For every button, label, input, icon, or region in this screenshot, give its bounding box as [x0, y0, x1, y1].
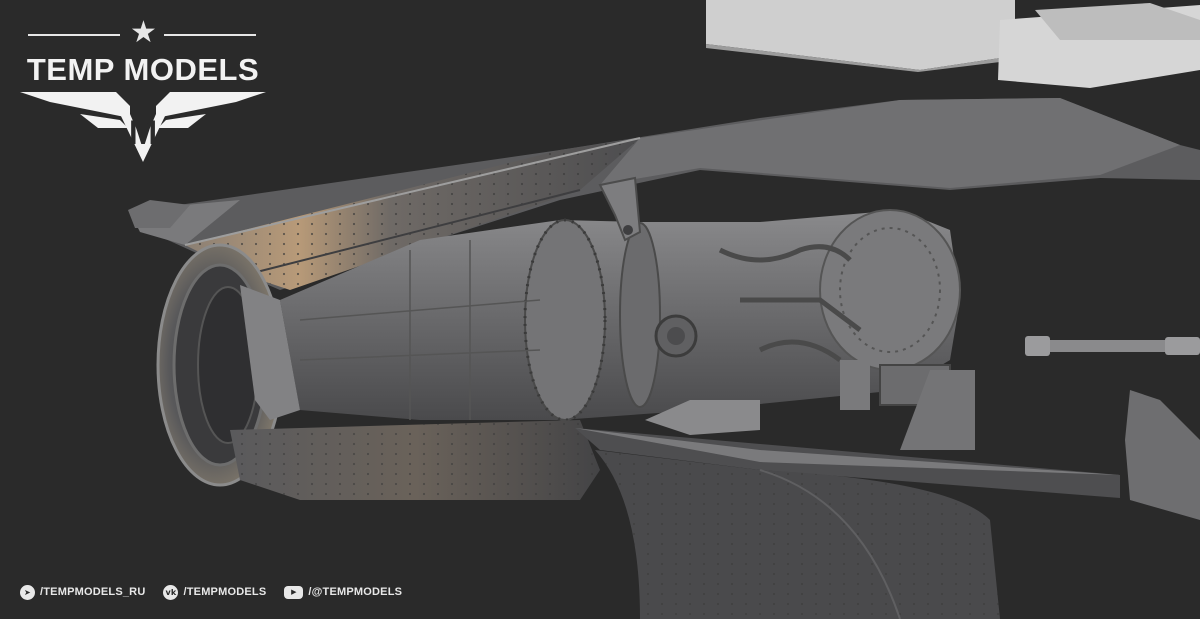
vk-icon: vk [163, 584, 179, 600]
logo-line-right [164, 34, 256, 36]
social-telegram-label: /TEMPMODELS_RU [40, 586, 146, 598]
social-vk[interactable]: vk /TEMPMODELS [163, 584, 267, 600]
wings-emblem-icon: M [20, 92, 266, 162]
upper-blocks [706, 0, 1200, 88]
youtube-icon: ▶ [284, 585, 304, 599]
emblem-letter: M [129, 114, 157, 152]
brand-logo: ★ TEMP MODELS M [18, 15, 268, 162]
telegram-icon: ➤ [20, 584, 35, 600]
social-youtube-label: /@TEMPMODELS [308, 586, 403, 598]
logo-line-left [28, 34, 120, 36]
star-icon: ★ [130, 15, 157, 50]
social-telegram[interactable]: ➤ /TEMPMODELS_RU [20, 584, 146, 600]
social-youtube[interactable]: ▶ /@TEMPMODELS [284, 585, 403, 599]
brand-name: TEMP MODELS [26, 52, 260, 87]
social-links: ➤ /TEMPMODELS_RU vk /TEMPMODELS ▶ /@TEMP… [20, 584, 402, 600]
social-vk-label: /TEMPMODELS [183, 586, 267, 598]
actuator-rod [1025, 336, 1200, 356]
